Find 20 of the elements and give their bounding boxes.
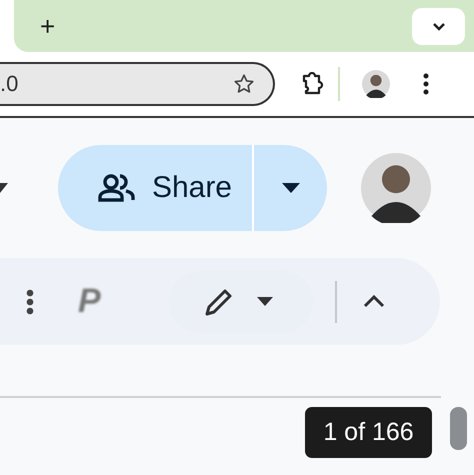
avatar-icon[interactable]: [361, 153, 431, 223]
more-vertical-icon: [26, 288, 34, 314]
star-icon[interactable]: [233, 73, 255, 95]
people-icon: [98, 173, 136, 203]
chevron-up-icon: [362, 295, 385, 308]
more-button[interactable]: [26, 288, 34, 314]
puzzle-icon: [300, 72, 324, 96]
extensions-button[interactable]: [300, 72, 324, 96]
address-bar[interactable]: .0: [0, 62, 275, 106]
page-counter: 1 of 166: [305, 407, 432, 458]
more-vertical-icon: [423, 73, 429, 95]
more-button[interactable]: [423, 73, 429, 95]
caret-icon: [282, 183, 300, 193]
avatar-icon[interactable]: [362, 70, 390, 98]
scrollbar-thumb[interactable]: [450, 407, 467, 450]
collapse-button[interactable]: [362, 295, 385, 308]
caret-icon: [256, 297, 273, 306]
chevron-down-icon: [432, 22, 446, 30]
new-tab-button[interactable]: +: [34, 10, 62, 42]
url-text: .0: [0, 71, 20, 97]
